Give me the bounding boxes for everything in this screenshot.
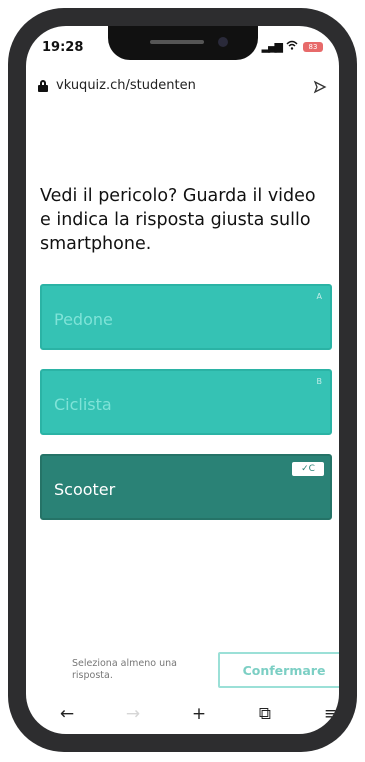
forward-arrow-icon[interactable]: →: [118, 704, 148, 724]
address-bar[interactable]: vkuquiz.ch/studenten: [26, 72, 339, 102]
question-text: Vedi il pericolo? Guarda il video e indi…: [40, 186, 316, 254]
notch: [108, 26, 258, 60]
option-key: A: [316, 292, 322, 301]
screen: 19:28 ▂▄▆ 83 vkuquiz.ch/studenten Vedi i…: [26, 26, 339, 734]
status-icons: ▂▄▆ 83: [262, 40, 323, 53]
selected-check-badge: ✓C: [292, 462, 324, 476]
url-text[interactable]: vkuquiz.ch/studenten: [56, 78, 196, 93]
confirm-button[interactable]: Confermare: [218, 652, 339, 688]
status-time: 19:28: [42, 40, 84, 55]
answer-option-ciclista[interactable]: Ciclista B: [40, 369, 332, 435]
tabs-icon[interactable]: ⧉: [250, 704, 280, 724]
option-label: Ciclista: [54, 395, 112, 414]
phone-frame: 19:28 ▂▄▆ 83 vkuquiz.ch/studenten Vedi i…: [8, 8, 357, 752]
option-label: Pedone: [54, 310, 113, 329]
answer-option-scooter[interactable]: Scooter ✓C: [40, 454, 332, 520]
option-key: B: [316, 377, 323, 386]
speaker: [150, 40, 204, 44]
wifi-icon: [286, 40, 298, 53]
selection-hint: Seleziona almeno una risposta.: [72, 658, 177, 681]
signal-icon: ▂▄▆: [261, 40, 283, 53]
option-label: Scooter: [54, 480, 116, 499]
menu-icon[interactable]: ≡: [316, 704, 339, 724]
back-arrow-icon[interactable]: ←: [52, 704, 82, 724]
new-tab-icon[interactable]: +: [184, 704, 214, 724]
lock-icon: [38, 80, 48, 92]
battery-icon: 83: [303, 41, 323, 52]
answer-option-pedone[interactable]: Pedone A: [40, 284, 332, 350]
camera: [218, 37, 228, 47]
share-icon[interactable]: [313, 80, 327, 98]
browser-toolbar: ← → + ⧉ ≡: [52, 704, 339, 734]
